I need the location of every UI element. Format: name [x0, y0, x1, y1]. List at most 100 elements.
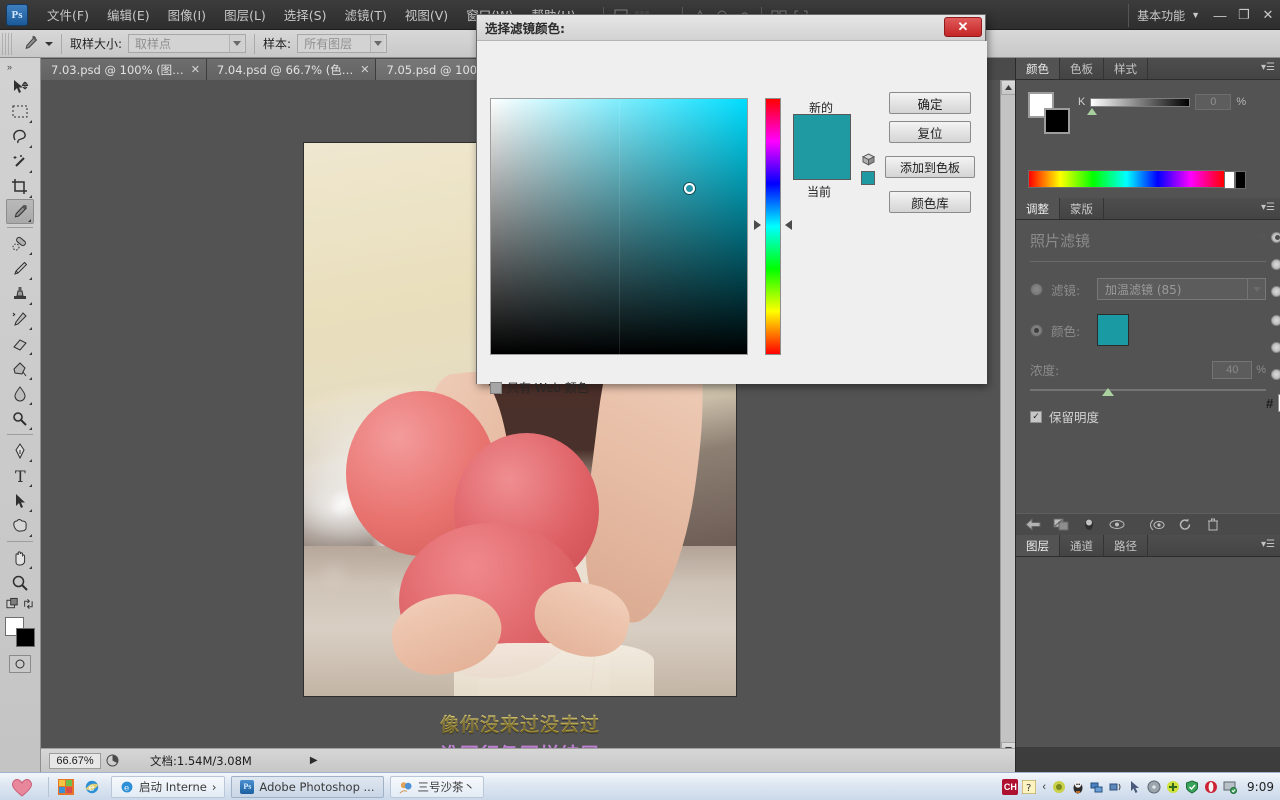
- view-previous-state-icon[interactable]: [1148, 517, 1166, 533]
- clone-stamp-tool[interactable]: [6, 281, 34, 306]
- close-icon[interactable]: ✕: [360, 63, 369, 76]
- reset-icon[interactable]: [1176, 517, 1194, 533]
- taskbar-item-qq[interactable]: 三号沙茶丶: [389, 775, 484, 798]
- color-libraries-button[interactable]: 颜色库: [889, 191, 971, 213]
- canvas-vertical-scrollbar[interactable]: [1000, 80, 1016, 757]
- brightness-field-row[interactable]: B: 64 %: [1271, 281, 1280, 301]
- close-icon[interactable]: ✕: [191, 63, 200, 76]
- blue-radio[interactable]: [1271, 368, 1280, 380]
- hue-marker-right-icon[interactable]: [785, 220, 792, 230]
- tab-styles[interactable]: 样式: [1104, 58, 1148, 79]
- layers-panel-menu-icon[interactable]: ▾☰: [1261, 539, 1275, 550]
- workspace-selector[interactable]: 基本功能 ▼: [1128, 3, 1208, 27]
- web-colors-only-checkbox[interactable]: [490, 381, 502, 394]
- preview-toggle-icon[interactable]: [1080, 517, 1098, 533]
- gradient-tool[interactable]: [6, 356, 34, 381]
- color-radio[interactable]: [1030, 323, 1043, 337]
- saturation-field-row[interactable]: S: 80 %: [1271, 254, 1280, 274]
- menu-edit[interactable]: 编辑(E): [98, 1, 159, 28]
- help-icon[interactable]: ?: [1021, 779, 1037, 795]
- hue-slider[interactable]: [754, 98, 792, 355]
- delete-icon[interactable]: [1204, 517, 1222, 533]
- slider-thumb[interactable]: [1087, 107, 1098, 115]
- chevron-down-icon[interactable]: [1247, 279, 1265, 299]
- restore-button[interactable]: ❐: [1232, 7, 1256, 23]
- network-share-icon[interactable]: [1089, 779, 1105, 795]
- eye-icon[interactable]: [1108, 517, 1126, 533]
- close-button[interactable]: ✕: [1256, 7, 1280, 23]
- color-option-row[interactable]: 颜色:: [1030, 314, 1266, 346]
- white-black-swatches[interactable]: [1224, 171, 1246, 189]
- status-expand-arrow[interactable]: ▶: [310, 755, 318, 766]
- dialog-titlebar[interactable]: 选择滤镜颜色: ✕: [477, 15, 985, 41]
- hand-tool[interactable]: [6, 545, 34, 570]
- white-swatch[interactable]: [1224, 171, 1235, 189]
- k-channel-field[interactable]: 0: [1195, 94, 1232, 110]
- menu-select[interactable]: 选择(S): [275, 1, 336, 28]
- color-spectrum-ramp[interactable]: [1028, 170, 1246, 189]
- web-colors-only-row[interactable]: 只有 Web 颜色: [490, 379, 589, 396]
- black-swatch[interactable]: [1235, 171, 1246, 189]
- toolbar-grip[interactable]: »: [7, 60, 33, 74]
- sample-select[interactable]: 所有图层: [297, 34, 388, 53]
- filter-preset-select[interactable]: 加温滤镜 (85): [1097, 278, 1266, 300]
- zoom-level-field[interactable]: 66.67%: [49, 752, 101, 769]
- history-brush-tool[interactable]: [6, 306, 34, 331]
- hex-field-row[interactable]: # 209aa2: [1266, 393, 1280, 413]
- menu-filter[interactable]: 滤镜(T): [335, 1, 395, 28]
- type-tool[interactable]: T: [6, 463, 34, 488]
- crop-tool[interactable]: [6, 174, 34, 199]
- tab-color[interactable]: 颜色: [1016, 58, 1060, 79]
- rectangular-marquee-tool[interactable]: [6, 99, 34, 124]
- brightness-radio[interactable]: [1271, 285, 1280, 297]
- eyedropper-icon[interactable]: [17, 33, 43, 55]
- network-icon[interactable]: [1051, 779, 1067, 795]
- green-field-row[interactable]: G: 154: [1271, 337, 1280, 357]
- filter-color-swatch[interactable]: [1097, 314, 1129, 346]
- density-slider[interactable]: [1030, 388, 1266, 396]
- color-panel-menu-icon[interactable]: ▾☰: [1261, 62, 1275, 73]
- k-channel-slider[interactable]: [1087, 97, 1191, 115]
- web-safe-warning-icon[interactable]: [861, 153, 876, 166]
- ok-button[interactable]: 确定: [889, 92, 971, 114]
- menu-layer[interactable]: 图层(L): [215, 1, 275, 28]
- hue-gradient-bar[interactable]: [765, 98, 781, 355]
- color-preview-stack[interactable]: [793, 114, 851, 180]
- sv-picker-ring[interactable]: [684, 183, 695, 194]
- close-icon[interactable]: ✕: [944, 17, 982, 37]
- tray-expand-chevron-icon[interactable]: ‹: [1042, 781, 1046, 793]
- taskbar-item-internet-explorer[interactable]: e 启动 Interne ›: [111, 775, 226, 798]
- eraser-tool[interactable]: [6, 331, 34, 356]
- magic-wand-tool[interactable]: [6, 149, 34, 174]
- wireless-icon[interactable]: [1108, 779, 1124, 795]
- tool-preset-caret-icon[interactable]: [45, 41, 53, 46]
- brush-tool[interactable]: [6, 256, 34, 281]
- blur-tool[interactable]: [6, 381, 34, 406]
- pointer-icon[interactable]: [1127, 779, 1143, 795]
- preserve-luminosity-checkbox[interactable]: ✓: [1030, 410, 1042, 423]
- update-icon[interactable]: [1165, 779, 1181, 795]
- new-color-swatch[interactable]: [794, 115, 850, 179]
- return-arrow-icon[interactable]: [1024, 517, 1042, 533]
- filter-radio[interactable]: [1030, 282, 1043, 296]
- monitor-icon[interactable]: [1222, 779, 1238, 795]
- web-safe-color-swatch[interactable]: [861, 171, 875, 185]
- panel-background-swatch[interactable]: [1044, 108, 1070, 134]
- path-selection-tool[interactable]: [6, 488, 34, 513]
- hue-field-row[interactable]: H: 184 度: [1271, 227, 1280, 247]
- reset-button[interactable]: 复位: [889, 121, 971, 143]
- document-tab-704[interactable]: 7.04.psd @ 66.7% (色… ✕: [206, 59, 377, 80]
- status-proxy-icon[interactable]: [104, 753, 120, 769]
- color-panel-swatches[interactable]: [1028, 92, 1070, 134]
- disc-icon[interactable]: [1146, 779, 1162, 795]
- document-tab-703[interactable]: 7.03.psd @ 100% (图… ✕: [41, 59, 207, 80]
- eyedropper-tool[interactable]: [6, 199, 34, 224]
- tab-swatches[interactable]: 色板: [1060, 58, 1104, 79]
- green-radio[interactable]: [1271, 341, 1280, 353]
- background-color-swatch[interactable]: [16, 628, 35, 647]
- saturation-radio[interactable]: [1271, 258, 1280, 270]
- filter-option-row[interactable]: 滤镜: 加温滤镜 (85): [1030, 278, 1266, 300]
- options-bar-grip[interactable]: [2, 32, 12, 55]
- tab-masks[interactable]: 蒙版: [1060, 198, 1104, 219]
- tab-paths[interactable]: 路径: [1104, 535, 1148, 556]
